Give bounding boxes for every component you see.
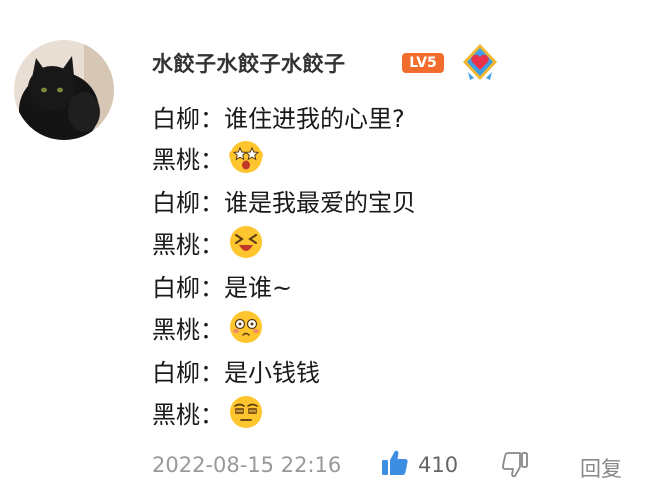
speaker-label: 黑桃：: [152, 230, 224, 259]
avatar[interactable]: [14, 40, 114, 140]
speaker-label: 白柳：: [152, 104, 224, 133]
blushing-shy-emoji-icon: [228, 309, 264, 345]
speaker-label: 黑桃：: [152, 315, 224, 344]
thumbs-up-icon: [380, 448, 410, 482]
line-text: 谁住进我的心里?: [224, 104, 405, 133]
comment-line: 白柳： 是小钱钱: [152, 352, 320, 388]
username[interactable]: 水餃子水餃子水餃子: [152, 48, 346, 78]
reply-button[interactable]: 回复: [580, 453, 622, 483]
line-text: 是谁~: [224, 273, 293, 302]
comment-line: 白柳： 谁是我最爱的宝贝: [152, 182, 416, 218]
comment-line: 黑桃：: [152, 394, 264, 430]
level-badge: LV5: [402, 53, 444, 73]
speaker-label: 白柳：: [152, 358, 224, 387]
speaker-label: 黑桃：: [152, 400, 224, 429]
comment-timestamp: 2022-08-15 22:16: [152, 453, 342, 477]
comment-line: 黑桃：: [152, 224, 264, 260]
comment-line: 黑桃：: [152, 309, 264, 345]
line-text: 谁是我最爱的宝贝: [224, 188, 416, 217]
speaker-label: 黑桃：: [152, 145, 224, 174]
like-button[interactable]: 410: [380, 448, 458, 482]
speaker-label: 白柳：: [152, 188, 224, 217]
money-eyes-emoji-icon: [228, 394, 264, 430]
medal-badge-icon: [460, 42, 500, 82]
comment-line: 黑桃：: [152, 139, 264, 175]
speaker-label: 白柳：: [152, 273, 224, 302]
excited-squint-emoji-icon: [228, 224, 264, 260]
like-count: 410: [418, 453, 459, 477]
starry-eyes-emoji-icon: [228, 139, 264, 175]
comment-line: 白柳： 谁住进我的心里?: [152, 98, 405, 134]
thumbs-down-icon: [500, 452, 530, 484]
line-text: 是小钱钱: [224, 358, 320, 387]
dislike-button[interactable]: [500, 450, 530, 480]
comment-line: 白柳： 是谁~: [152, 267, 292, 303]
